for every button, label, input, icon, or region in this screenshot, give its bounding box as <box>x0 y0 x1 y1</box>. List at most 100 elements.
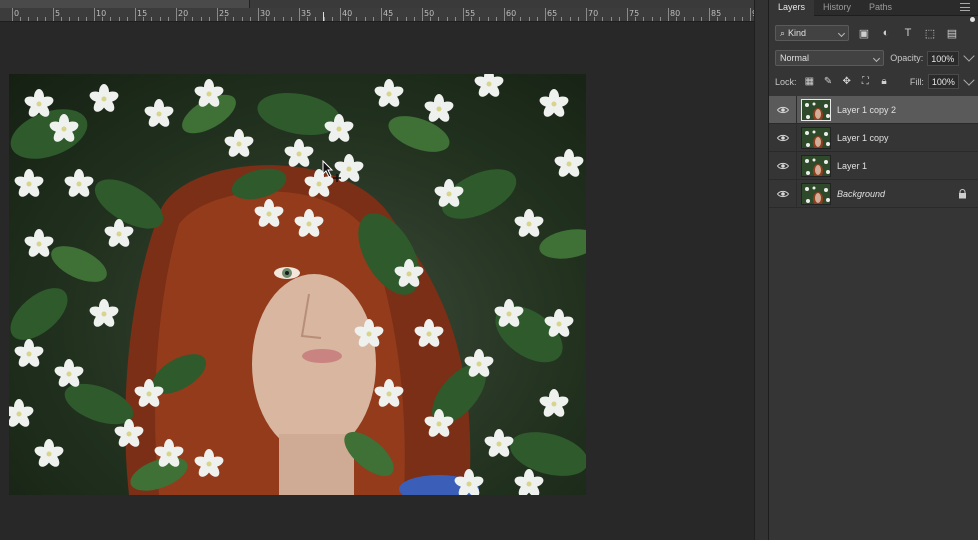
ruler-major-tick <box>422 8 423 21</box>
lock-label: Lock: <box>775 76 797 87</box>
ruler-cursor-marker <box>323 12 324 21</box>
layer-filter-row: ⌕ Kind ▣ ◐ T ⬚ ▤ <box>769 25 978 41</box>
flower-center <box>566 161 572 167</box>
ruler-label: 25 <box>219 9 230 18</box>
opacity-chevron-icon[interactable] <box>963 50 975 62</box>
ruler-label: 85 <box>711 9 722 18</box>
flower-center <box>101 96 107 102</box>
flower-center <box>446 191 452 197</box>
blend-mode-select[interactable]: Normal <box>775 50 885 66</box>
ruler-minor-tick <box>266 17 268 21</box>
move-cursor-icon <box>322 159 344 185</box>
lock-transparent-pixels-icon[interactable]: ▦ <box>804 76 816 88</box>
ruler-minor-tick <box>28 17 30 21</box>
visibility-eye-icon[interactable] <box>769 179 797 208</box>
visibility-eye-icon[interactable] <box>769 95 797 124</box>
photo-illustration <box>9 74 586 495</box>
layer-thumbnail[interactable] <box>801 182 831 205</box>
filter-kind-label: Kind <box>788 28 807 38</box>
filter-toggle-dot[interactable] <box>970 17 975 22</box>
flower-center <box>476 361 482 367</box>
pixel-layer-filter-icon[interactable]: ▣ <box>857 26 871 40</box>
ruler-minor-tick <box>512 17 514 21</box>
layer-thumbnail[interactable] <box>801 154 831 177</box>
ruler-minor-tick <box>610 17 612 21</box>
tab-history[interactable]: History <box>814 0 860 16</box>
visibility-eye-icon[interactable] <box>769 123 797 152</box>
ruler-major-tick <box>135 8 136 21</box>
ruler-label: 80 <box>670 9 681 18</box>
flower-center <box>316 181 322 187</box>
lock-position-icon[interactable]: ✥ <box>841 76 853 88</box>
flower-center <box>101 311 107 317</box>
horizontal-ruler[interactable]: 051015202530354045505560657075808590 <box>0 8 754 22</box>
fill-chevron-icon[interactable] <box>963 73 975 86</box>
ruler-minor-tick <box>69 17 71 21</box>
layer-name[interactable]: Layer 1 copy <box>837 133 889 143</box>
layer-name[interactable]: Layer 1 <box>837 161 867 171</box>
layer-name[interactable]: Layer 1 copy 2 <box>837 105 896 115</box>
ruler-label: 40 <box>342 9 353 18</box>
flower-center <box>116 231 122 237</box>
ruler-minor-tick <box>241 17 243 21</box>
ruler-minor-tick <box>356 17 358 21</box>
layer-row[interactable]: Layer 1 <box>769 151 978 180</box>
flower-center <box>306 221 312 227</box>
ruler-major-tick <box>176 8 177 21</box>
lock-fill-row: Lock: ▦ ✎ ✥ ⛶ 🔒︎ Fill: 100% <box>769 73 978 89</box>
ruler-minor-tick <box>479 17 481 21</box>
layer-thumbnail[interactable] <box>801 98 831 121</box>
flower-center <box>156 111 162 117</box>
flower-center <box>26 351 32 357</box>
tab-layers[interactable]: Layers <box>769 0 815 16</box>
ruler-minor-tick <box>717 17 719 21</box>
document-tab[interactable] <box>0 0 250 8</box>
tab-paths[interactable]: Paths <box>860 0 901 16</box>
layers-list: Layer 1 copy 2 Layer 1 copy Layer 1 Backgro… <box>769 95 978 208</box>
ruler-label: 0 <box>14 9 20 18</box>
ruler-minor-tick <box>577 17 579 21</box>
flower-center <box>556 321 562 327</box>
panel-menu-icon[interactable] <box>960 3 970 11</box>
flower-center <box>26 181 32 187</box>
document-scrollbar[interactable] <box>754 0 768 540</box>
layer-thumbnail[interactable] <box>801 126 831 149</box>
visibility-eye-icon[interactable] <box>769 151 797 180</box>
ruler-minor-tick <box>315 17 317 21</box>
ruler-minor-tick <box>389 17 391 21</box>
opacity-field[interactable]: 100% <box>927 50 960 66</box>
chevron-down-icon <box>837 29 846 38</box>
smart-object-filter-icon[interactable]: ▤ <box>945 26 959 40</box>
ruler-major-tick <box>545 8 546 21</box>
type-layer-filter-icon[interactable]: T <box>901 26 915 40</box>
ruler-minor-tick <box>487 17 489 21</box>
ruler-minor-tick <box>520 17 522 21</box>
canvas-photo[interactable] <box>9 74 586 495</box>
flower-center <box>526 481 532 487</box>
layer-name[interactable]: Background <box>837 189 885 199</box>
flower-center <box>126 431 132 437</box>
flower-center <box>296 151 302 157</box>
ruler-label: 10 <box>96 9 107 18</box>
layer-row[interactable]: Layer 1 copy <box>769 123 978 152</box>
flower-center <box>436 421 442 427</box>
adjustment-layer-filter-icon[interactable]: ◐ <box>879 26 893 40</box>
document-area: 051015202530354045505560657075808590 <box>0 0 754 540</box>
ruler-major-tick <box>504 8 505 21</box>
filter-kind-select[interactable]: ⌕ Kind <box>775 25 849 41</box>
lock-image-pixels-icon[interactable]: ✎ <box>822 76 834 88</box>
flower-center <box>206 91 212 97</box>
lock-artboard-icon[interactable]: ⛶ <box>860 76 872 88</box>
flower-center <box>36 101 42 107</box>
ruler-minor-tick <box>233 17 235 21</box>
ruler-major-tick <box>627 8 628 21</box>
layer-row[interactable]: Layer 1 copy 2 <box>769 95 978 124</box>
fill-field[interactable]: 100% <box>927 74 960 89</box>
ruler-minor-tick <box>618 17 620 21</box>
shape-layer-filter-icon[interactable]: ⬚ <box>923 26 937 40</box>
lock-all-icon[interactable]: 🔒︎ <box>878 76 890 88</box>
ruler-minor-tick <box>307 17 309 21</box>
flower-center <box>506 311 512 317</box>
layer-row[interactable]: Background <box>769 179 978 208</box>
flower-center <box>466 481 472 487</box>
